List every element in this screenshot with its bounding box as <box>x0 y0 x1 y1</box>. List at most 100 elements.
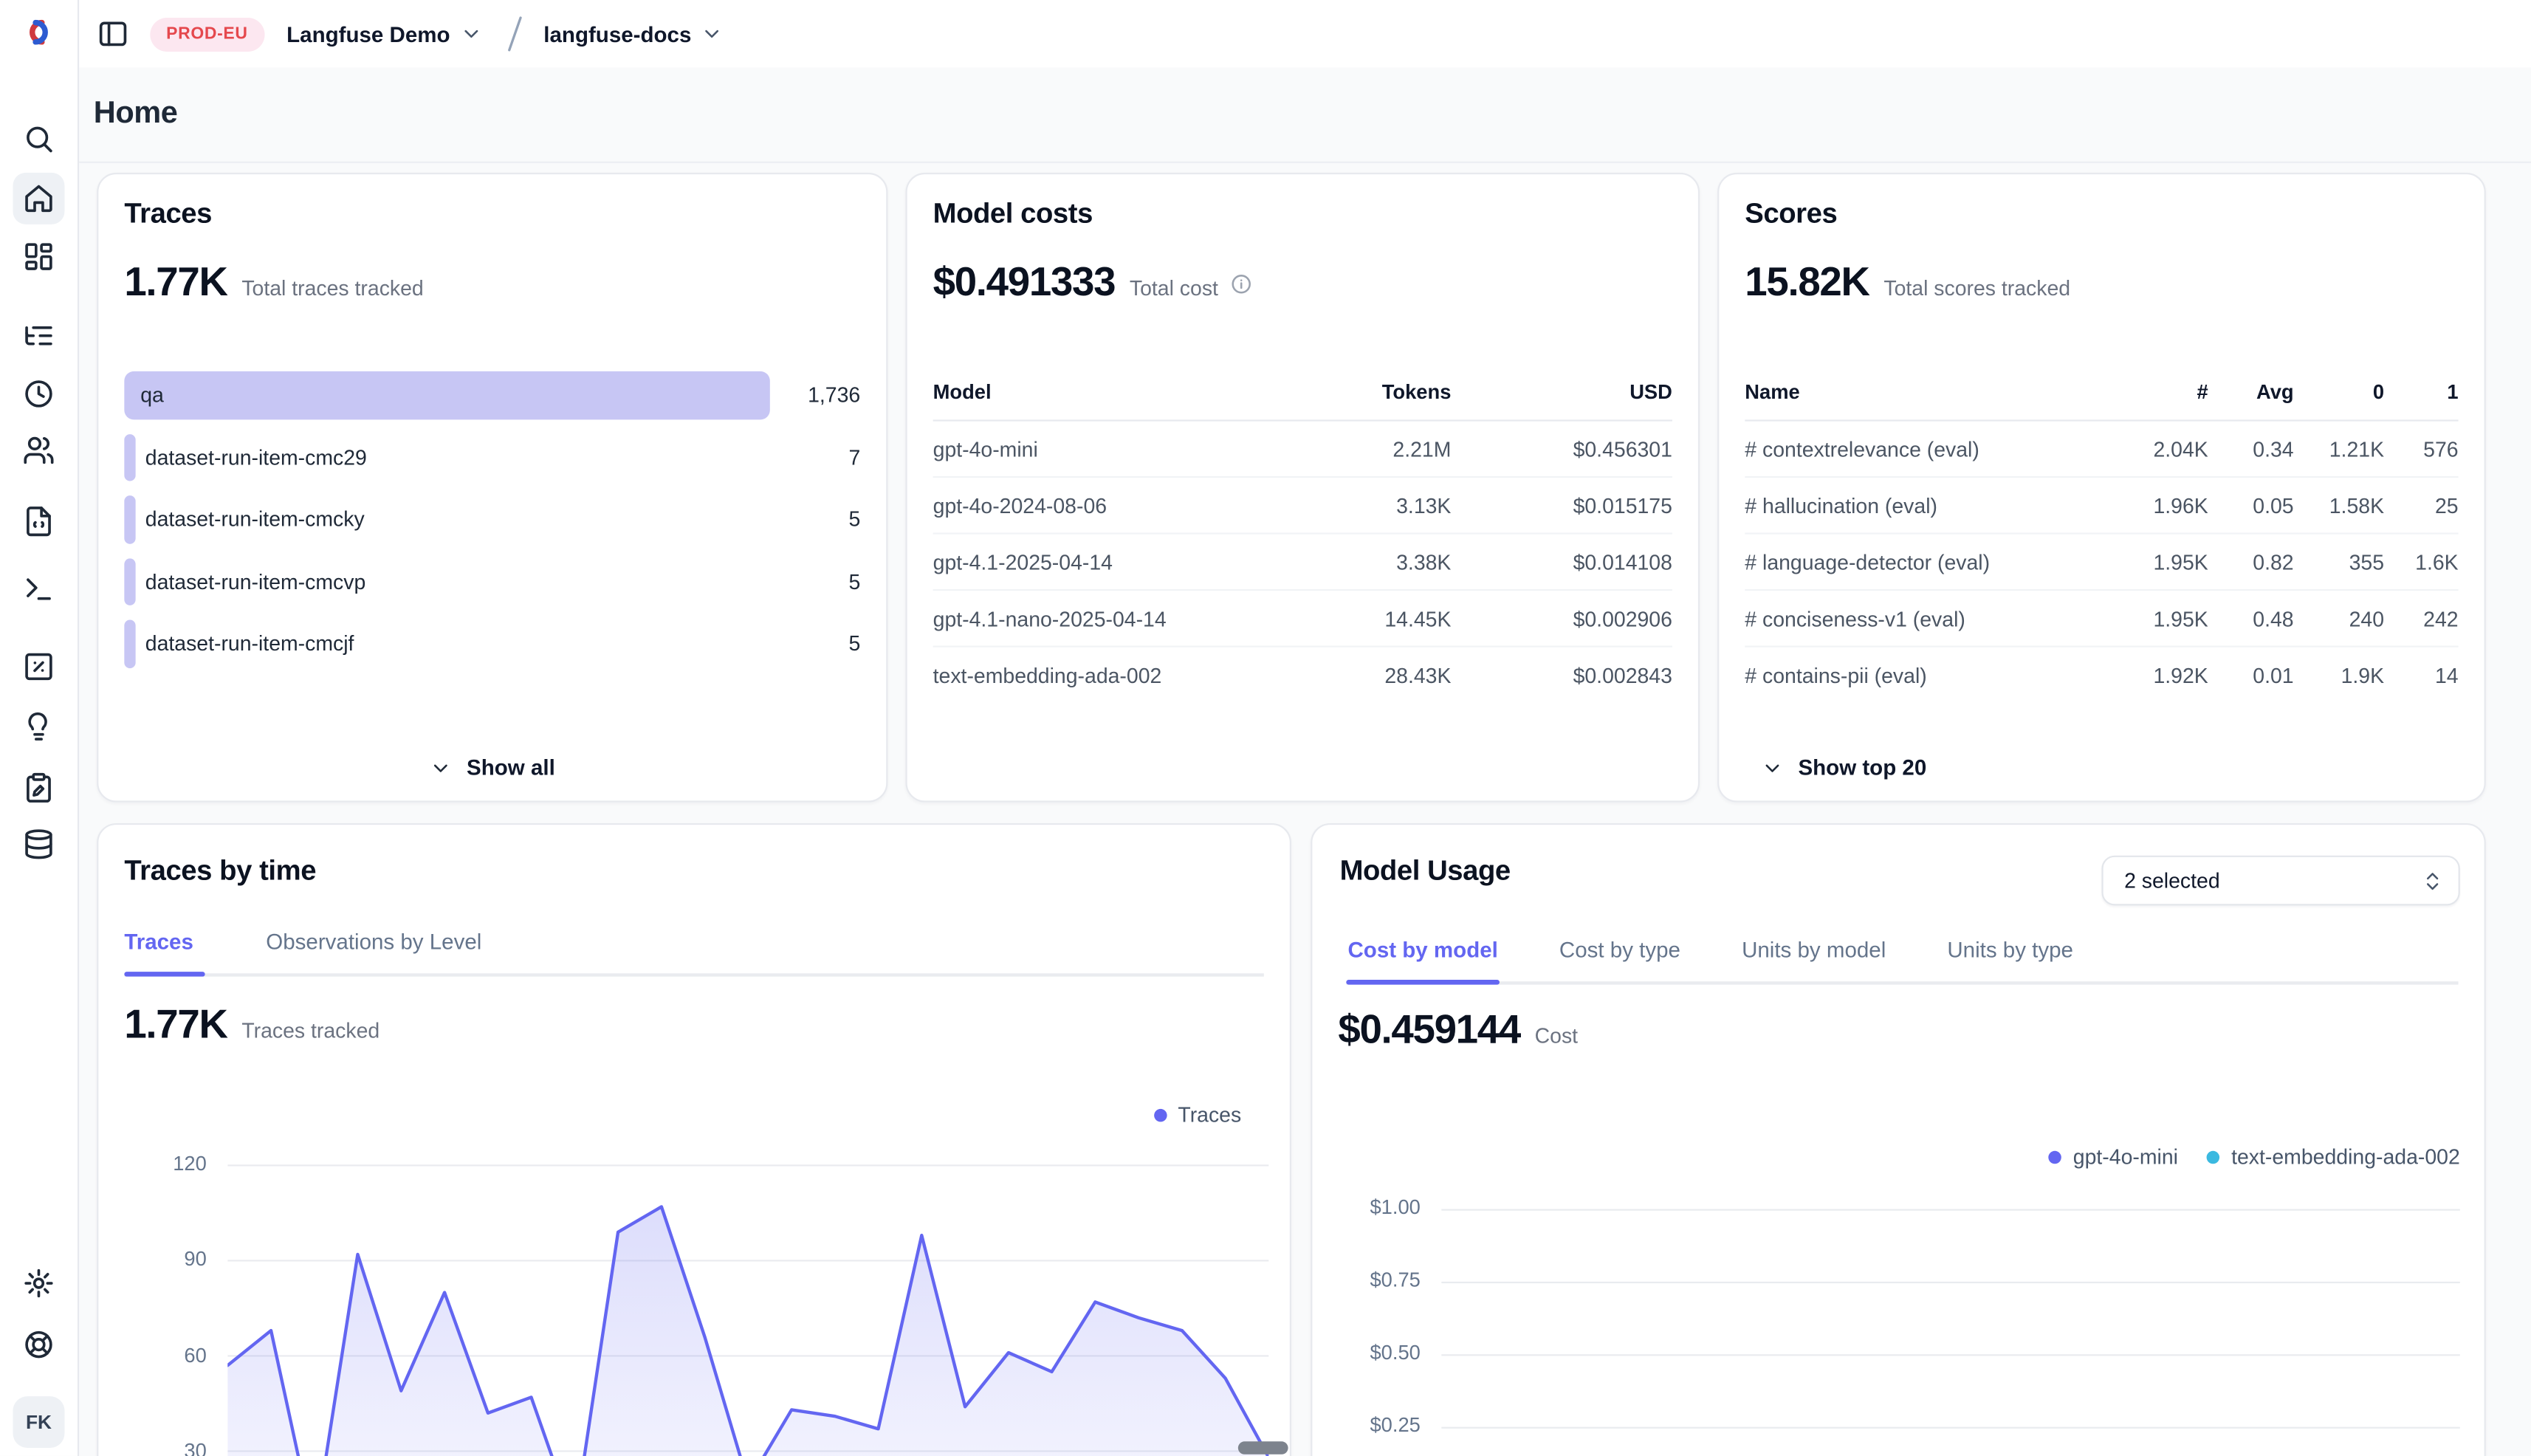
tab-units-by-type[interactable]: Units by type <box>1947 938 2073 962</box>
traces-total: 1.77K <box>124 260 227 306</box>
legend-dot-traces <box>1154 1108 1167 1121</box>
trace-bar-row[interactable]: dataset-run-item-cmcky 5 <box>124 495 860 543</box>
traces-tracked-total: 1.77K <box>124 1003 227 1049</box>
card-title: Scores <box>1745 197 2458 231</box>
gridline <box>1441 1354 2460 1356</box>
model-costs-total-label: Total cost <box>1130 276 1218 301</box>
traces-by-time-card: Traces by time Traces Observations by Le… <box>97 823 1291 1456</box>
playground-terminal-icon[interactable] <box>13 563 64 615</box>
model-select-value: 2 selected <box>2124 868 2220 893</box>
show-all-button[interactable]: Show all <box>98 755 886 780</box>
table-row[interactable]: gpt-4.1-2025-04-14 3.38K $0.014108 <box>933 535 1672 591</box>
user-avatar[interactable]: FK <box>13 1396 64 1448</box>
gridline <box>1441 1427 2460 1429</box>
usage-cost-total: $0.459144 <box>1338 1007 1520 1054</box>
app-window: FK PROD-EU Langfuse Demo langfuse-docs H… <box>0 0 2531 1456</box>
trace-name: qa <box>140 371 164 419</box>
trace-bar-row[interactable]: qa 1,736 <box>124 371 860 419</box>
traces-tracked-label: Traces tracked <box>241 1019 380 1043</box>
table-row[interactable]: # contains-pii (eval) 1.92K 0.01 1.9K 14 <box>1745 648 2458 702</box>
card-title: Model costs <box>933 197 1672 231</box>
model-usage-tabs: Cost by model Cost by type Units by mode… <box>1338 938 2458 962</box>
breadcrumb-separator <box>498 13 531 55</box>
home-icon[interactable] <box>13 173 64 224</box>
chevron-down-icon <box>430 756 453 779</box>
dashboards-grid-icon[interactable] <box>13 231 64 283</box>
chevron-down-icon[interactable] <box>701 23 724 46</box>
table-row[interactable]: gpt-4o-2024-08-06 3.13K $0.015175 <box>933 478 1672 535</box>
traces-by-time-tabs: Traces Observations by Level <box>124 930 1263 954</box>
search-icon[interactable] <box>13 113 64 165</box>
tab-observations-by-level[interactable]: Observations by Level <box>266 930 481 954</box>
table-row[interactable]: text-embedding-ada-002 28.43K $0.002843 <box>933 648 1672 702</box>
environment-badge: PROD-EU <box>150 17 264 51</box>
table-row[interactable]: # contextrelevance (eval) 2.04K 0.34 1.2… <box>1745 422 2458 478</box>
show-top-20-label: Show top 20 <box>1798 755 1926 780</box>
evaluations-percent-icon[interactable] <box>13 641 64 693</box>
chart-legend: Traces <box>1154 1102 1242 1127</box>
tab-cost-by-type[interactable]: Cost by type <box>1559 938 1680 962</box>
column-header: USD <box>1451 381 1672 404</box>
support-lifebuoy-icon[interactable] <box>13 1319 64 1370</box>
sidebar: FK <box>0 0 79 1456</box>
org-switcher[interactable]: Langfuse Demo <box>286 22 450 47</box>
show-all-label: Show all <box>467 755 555 780</box>
table-row[interactable]: gpt-4.1-nano-2025-04-14 14.45K $0.002906 <box>933 591 1672 648</box>
table-row[interactable]: # language-detector (eval) 1.95K 0.82 35… <box>1745 535 2458 591</box>
trace-name: dataset-run-item-cmc29 <box>145 433 367 481</box>
chevron-down-icon[interactable] <box>460 23 483 46</box>
sessions-clock-icon[interactable] <box>13 368 64 419</box>
trace-bar-row[interactable]: dataset-run-item-cmcvp 5 <box>124 557 860 605</box>
table-row[interactable]: gpt-4o-mini 2.21M $0.456301 <box>933 422 1672 478</box>
chart-legend: gpt-4o-mini text-embedding-ada-002 <box>2049 1144 2460 1169</box>
legend-dot-gpt-4o-mini <box>2049 1150 2061 1163</box>
traces-area-chart[interactable] <box>227 1147 1268 1456</box>
tracing-tree-icon[interactable] <box>13 310 64 362</box>
trace-bar <box>124 557 135 605</box>
annotation-clipboard-icon[interactable] <box>13 762 64 814</box>
prompts-file-icon[interactable] <box>13 495 64 547</box>
column-header: Model <box>933 381 1257 404</box>
gridline <box>1441 1282 2460 1283</box>
tab-traces[interactable]: Traces <box>124 930 193 954</box>
column-header: 1 <box>2384 381 2459 404</box>
trace-count: 5 <box>848 557 860 605</box>
trace-name: dataset-run-item-cmcvp <box>145 557 366 605</box>
tab-units-by-model[interactable]: Units by model <box>1742 938 1886 962</box>
y-axis-tick: 120 <box>124 1153 206 1175</box>
trace-count: 7 <box>848 433 860 481</box>
trace-bar-row[interactable]: dataset-run-item-cmc29 7 <box>124 433 860 481</box>
column-header: Tokens <box>1257 381 1451 404</box>
scores-table: Name # Avg 0 1 # contextrelevance (eval)… <box>1745 371 2458 702</box>
info-icon[interactable] <box>1229 272 1252 295</box>
trace-bar-row[interactable]: dataset-run-item-cmcjf 5 <box>124 620 860 667</box>
column-header: 0 <box>2294 381 2384 404</box>
table-row[interactable]: # conciseness-v1 (eval) 1.95K 0.48 240 2… <box>1745 591 2458 648</box>
legend-label: gpt-4o-mini <box>2073 1144 2178 1169</box>
usage-cost-label: Cost <box>1535 1023 1578 1048</box>
page-title: Home <box>94 97 178 132</box>
sidebar-toggle-icon[interactable] <box>97 18 129 50</box>
traces-card: Traces 1.77K Total traces tracked qa 1,7… <box>97 173 887 803</box>
users-icon[interactable] <box>13 425 64 476</box>
legend-label: Traces <box>1178 1102 1241 1127</box>
horizontal-scrollbar-thumb[interactable] <box>1238 1441 1288 1454</box>
datasets-database-icon[interactable] <box>13 818 64 870</box>
card-title: Traces by time <box>124 854 1263 888</box>
trace-bar <box>124 495 135 543</box>
project-switcher[interactable]: langfuse-docs <box>543 22 691 47</box>
trace-bar <box>124 433 135 481</box>
show-top-20-button[interactable]: Show top 20 <box>1761 755 1926 780</box>
table-row[interactable]: # hallucination (eval) 1.96K 0.05 1.58K … <box>1745 478 2458 535</box>
trace-bar <box>124 371 769 419</box>
tab-cost-by-model[interactable]: Cost by model <box>1347 938 1497 962</box>
model-select-dropdown[interactable]: 2 selected <box>2101 856 2459 906</box>
scores-card: Scores 15.82K Total scores tracked Name … <box>1717 173 2486 803</box>
scores-total-label: Total scores tracked <box>1883 276 2070 301</box>
model-costs-total: $0.491333 <box>933 260 1116 306</box>
model-costs-table: Model Tokens USD gpt-4o-mini 2.21M $0.45… <box>933 371 1672 702</box>
suggestions-lightbulb-icon[interactable] <box>13 701 64 752</box>
settings-gear-icon[interactable] <box>13 1257 64 1309</box>
traces-bar-list: qa 1,736 dataset-run-item-cmc29 7 datase… <box>124 371 860 667</box>
card-title: Traces <box>124 197 860 231</box>
